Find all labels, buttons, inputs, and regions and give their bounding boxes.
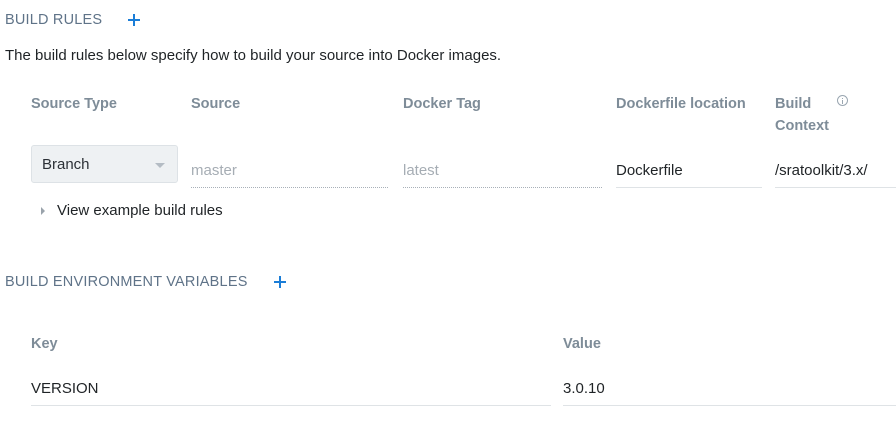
caret-right-icon — [41, 206, 45, 215]
column-header-value: Value — [563, 336, 601, 352]
source-input[interactable]: master — [191, 158, 388, 188]
column-header-source-type: Source Type — [31, 96, 117, 112]
env-vars-header: BUILD ENVIRONMENT VARIABLES — [5, 274, 286, 290]
build-configuration-page: BUILD RULES The build rules below specif… — [0, 0, 896, 428]
build-context-input[interactable]: /sratoolkit/3.x/ — [775, 158, 896, 188]
add-env-var-plus-icon[interactable] — [273, 276, 286, 288]
column-header-docker-tag: Docker Tag — [403, 96, 481, 112]
view-example-build-rules-label: View example build rules — [57, 202, 223, 219]
column-header-source: Source — [191, 96, 241, 112]
view-example-build-rules-toggle[interactable]: View example build rules — [41, 202, 223, 219]
info-icon[interactable] — [837, 95, 848, 106]
column-header-dockerfile-location: Dockerfile location — [616, 96, 746, 112]
add-build-rule-plus-icon[interactable] — [128, 14, 141, 26]
build-rules-title: BUILD RULES — [5, 12, 103, 28]
build-rules-header: BUILD RULES — [5, 12, 141, 28]
env-var-value-input[interactable]: 3.0.10 — [563, 376, 896, 406]
build-rules-description: The build rules below specify how to bui… — [5, 47, 502, 64]
column-header-build-context: Build Context — [775, 93, 829, 137]
dockerfile-location-input[interactable]: Dockerfile — [616, 158, 762, 188]
env-var-key-input[interactable]: VERSION — [31, 376, 551, 406]
env-vars-title: BUILD ENVIRONMENT VARIABLES — [5, 274, 248, 290]
source-type-select[interactable]: Branch — [31, 145, 178, 183]
column-header-key: Key — [31, 336, 58, 352]
build-context-label-line2: Context — [775, 118, 829, 134]
chevron-down-icon — [155, 163, 165, 168]
docker-tag-input[interactable]: latest — [403, 158, 602, 188]
source-type-value: Branch — [42, 156, 90, 173]
build-context-label-line1: Build — [775, 96, 812, 112]
